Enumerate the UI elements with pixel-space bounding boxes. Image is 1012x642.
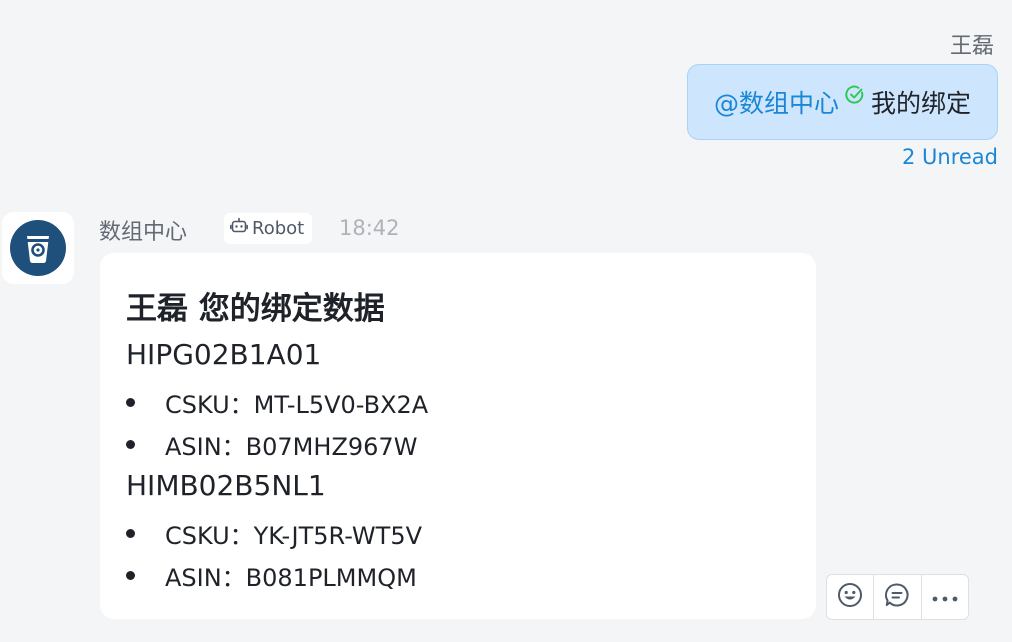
message-action-bar xyxy=(826,574,969,620)
robot-badge: Robot xyxy=(224,213,313,244)
list-item-text: ASIN：B07MHZ967W xyxy=(165,433,418,461)
reply-button[interactable] xyxy=(874,575,922,619)
card-title: 王磊 您的绑定数据 xyxy=(126,291,385,327)
mention-link[interactable]: @数组中心 xyxy=(714,84,839,120)
reaction-button[interactable] xyxy=(827,575,875,619)
outgoing-sender-name: 王磊 xyxy=(949,34,994,59)
bullet-dot xyxy=(126,440,135,449)
list-item-text: ASIN：B081PLMMQM xyxy=(165,564,417,592)
bot-avatar[interactable] xyxy=(2,212,74,284)
list-item: CSKU：YK-JT5R-WT5V xyxy=(126,516,422,551)
bullet-dot xyxy=(126,398,135,407)
emoji-icon xyxy=(837,582,863,612)
outgoing-message-text: 我的绑定 xyxy=(870,89,971,118)
comment-icon xyxy=(884,582,910,612)
bot-sender-name[interactable]: 数组中心 xyxy=(99,214,187,246)
more-button[interactable] xyxy=(922,575,968,619)
unread-count-link[interactable]: 2 Unread xyxy=(902,145,998,169)
group-heading: HIMB02B5NL1 xyxy=(126,469,326,502)
message-timestamp: 18:42 xyxy=(339,216,400,240)
cup-logo-icon xyxy=(10,220,66,276)
list-item: CSKU：MT-L5V0-BX2A xyxy=(126,385,428,420)
outgoing-message-bubble[interactable]: @数组中心 我的绑定 xyxy=(686,64,998,140)
robot-badge-label: Robot xyxy=(252,218,305,239)
bullet-dot xyxy=(126,571,135,580)
group-heading: HIPG02B1A01 xyxy=(126,338,322,371)
list-item: ASIN：B07MHZ967W xyxy=(126,427,417,462)
more-icon xyxy=(931,588,959,607)
list-item-text: CSKU：MT-L5V0-BX2A xyxy=(165,391,429,419)
check-circle-icon xyxy=(845,82,865,111)
bullet-dot xyxy=(126,529,135,538)
bot-message-card: 王磊 您的绑定数据 HIPG02B1A01 CSKU：MT-L5V0-BX2A … xyxy=(100,253,816,619)
list-item-text: CSKU：YK-JT5R-WT5V xyxy=(165,522,423,550)
list-item: ASIN：B081PLMMQM xyxy=(126,558,417,593)
robot-icon xyxy=(230,217,248,240)
